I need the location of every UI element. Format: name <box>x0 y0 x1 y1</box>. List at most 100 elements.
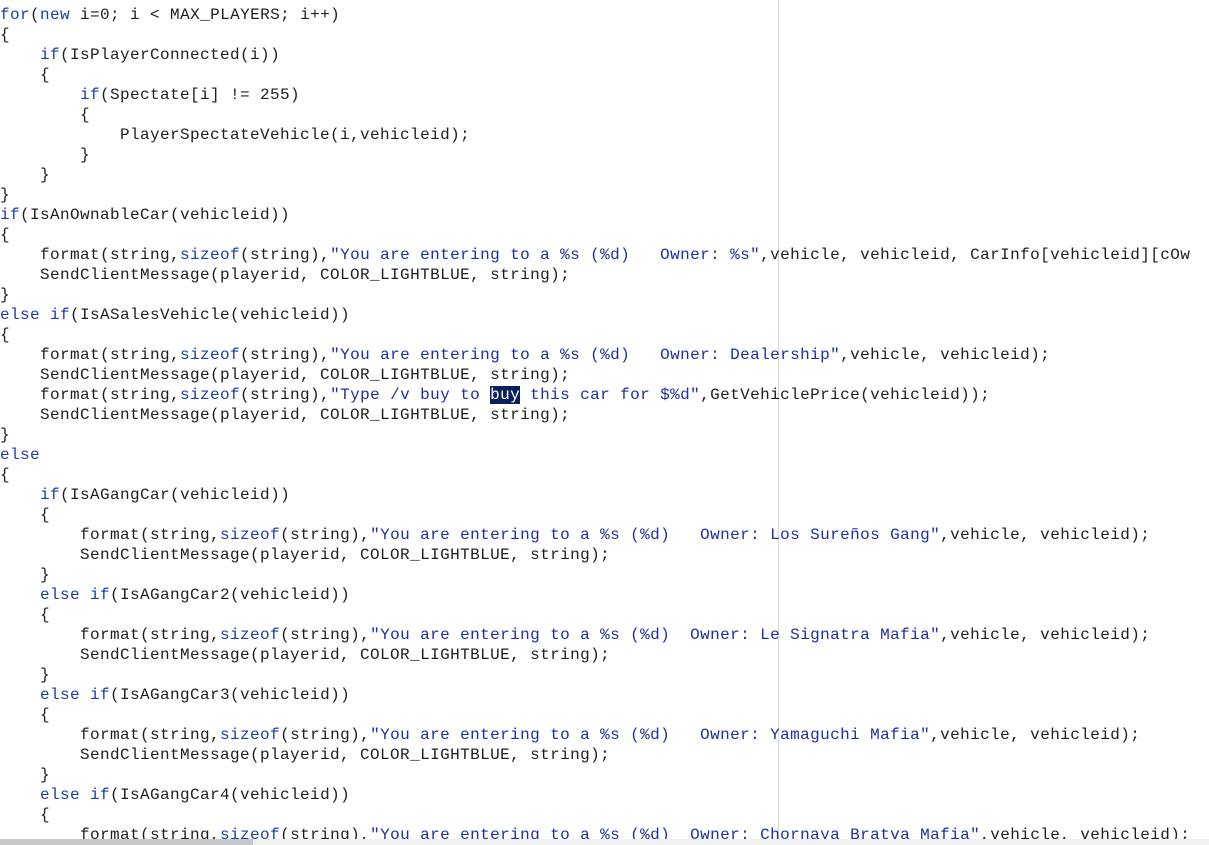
code-token: format(string, <box>0 626 221 644</box>
code-token: ,GetVehiclePrice(vehicleid)); <box>700 386 991 404</box>
code-line: } <box>0 565 50 585</box>
code-token: format(string, <box>0 826 221 839</box>
code-line: { <box>0 705 50 725</box>
scrollbar-thumb[interactable] <box>0 839 253 845</box>
code-token: { <box>0 606 51 624</box>
code-token: } <box>0 426 11 444</box>
code-token: { <box>0 26 11 44</box>
string-token: "You are entering to a %s (%d) Owner: Lo… <box>370 526 941 544</box>
code-token: } <box>0 766 51 784</box>
keyword-token: sizeof <box>220 826 281 839</box>
code-token: (string), <box>280 826 371 839</box>
edge-column-guide <box>778 0 779 839</box>
code-line: } <box>0 285 10 305</box>
code-token: } <box>0 286 11 304</box>
horizontal-scrollbar[interactable] <box>0 839 1209 845</box>
code-line: SendClientMessage(playerid, COLOR_LIGHTB… <box>0 265 570 285</box>
keyword-token: sizeof <box>220 526 281 544</box>
code-token: ,vehicle, vehicleid, CarInfo[vehicleid][… <box>760 246 1191 264</box>
code-token: SendClientMessage(playerid, COLOR_LIGHTB… <box>0 646 611 664</box>
code-line: format(string,sizeof(string),"You are en… <box>0 525 1150 545</box>
code-token: } <box>0 186 11 204</box>
code-token: (IsAGangCar(vehicleid)) <box>60 486 291 504</box>
string-token: this car for $%d" <box>520 386 701 404</box>
code-token: (IsASalesVehicle(vehicleid)) <box>70 306 351 324</box>
string-token: "You are entering to a %s (%d) Owner: Le… <box>370 626 941 644</box>
code-token: format(string, <box>0 346 181 364</box>
code-line: else if(IsAGangCar3(vehicleid)) <box>0 685 350 705</box>
keyword-token: else if <box>0 306 71 324</box>
code-line: SendClientMessage(playerid, COLOR_LIGHTB… <box>0 365 570 385</box>
code-token: { <box>0 806 51 824</box>
code-token: { <box>0 706 51 724</box>
code-token: ,vehicle, vehicleid); <box>930 726 1141 744</box>
code-token: (IsAGangCar3(vehicleid)) <box>110 686 351 704</box>
code-line: } <box>0 185 10 205</box>
code-line: { <box>0 505 50 525</box>
code-token: (string), <box>280 526 371 544</box>
code-token: format(string, <box>0 726 221 744</box>
keyword-token: sizeof <box>180 246 241 264</box>
code-line: } <box>0 145 90 165</box>
code-editor[interactable]: for(new i=0; i < MAX_PLAYERS; i++){ if(I… <box>0 0 1209 839</box>
code-token: (IsAGangCar2(vehicleid)) <box>110 586 351 604</box>
code-token: i=0; i < MAX_PLAYERS; i++) <box>70 6 341 24</box>
keyword-token: sizeof <box>180 346 241 364</box>
code-token: PlayerSpectateVehicle(i,vehicleid); <box>0 126 471 144</box>
string-token: "Type /v buy to <box>330 386 491 404</box>
keyword-token: if <box>80 86 101 104</box>
selected-text: buy <box>490 386 521 404</box>
code-line: { <box>0 25 10 45</box>
string-token: "You are entering to a %s (%d) Owner: Ya… <box>370 726 931 744</box>
code-token: ( <box>30 6 41 24</box>
keyword-token: if <box>40 486 61 504</box>
keyword-token: else if <box>40 686 111 704</box>
code-token: (string), <box>280 726 371 744</box>
code-token: } <box>0 146 91 164</box>
code-line: format(string,sizeof(string),"You are en… <box>0 625 1150 645</box>
code-token: } <box>0 666 51 684</box>
code-line: } <box>0 765 50 785</box>
keyword-token: else if <box>40 586 111 604</box>
code-line: format(string,sizeof(string),"You are en… <box>0 825 1190 839</box>
code-token: SendClientMessage(playerid, COLOR_LIGHTB… <box>0 406 571 424</box>
code-token: { <box>0 326 11 344</box>
code-line: } <box>0 425 10 445</box>
code-token: (IsPlayerConnected(i)) <box>60 46 281 64</box>
string-token: "You are entering to a %s (%d) Owner: Ch… <box>370 826 981 839</box>
code-token: SendClientMessage(playerid, COLOR_LIGHTB… <box>0 746 611 764</box>
code-line: SendClientMessage(playerid, COLOR_LIGHTB… <box>0 545 610 565</box>
code-line: { <box>0 225 10 245</box>
code-token: (IsAnOwnableCar(vehicleid)) <box>20 206 291 224</box>
code-token: SendClientMessage(playerid, COLOR_LIGHTB… <box>0 366 571 384</box>
code-line: } <box>0 665 50 685</box>
code-token: { <box>0 66 51 84</box>
string-token: "You are entering to a %s (%d) Owner: %s… <box>330 246 761 264</box>
code-token: (string), <box>240 246 331 264</box>
code-token: format(string, <box>0 246 181 264</box>
code-line: else if(IsAGangCar4(vehicleid)) <box>0 785 350 805</box>
code-line: if(IsPlayerConnected(i)) <box>0 45 280 65</box>
keyword-token: for <box>0 6 31 24</box>
code-token: { <box>0 466 11 484</box>
code-token: (string), <box>240 346 331 364</box>
code-line: { <box>0 465 10 485</box>
code-line: else <box>0 445 40 465</box>
code-line: for(new i=0; i < MAX_PLAYERS; i++) <box>0 5 340 25</box>
code-token: ,vehicle, vehicleid); <box>980 826 1191 839</box>
code-token: ,vehicle, vehicleid); <box>940 526 1151 544</box>
code-token: (string), <box>280 626 371 644</box>
keyword-token: sizeof <box>220 726 281 744</box>
code-token: } <box>0 166 51 184</box>
code-line: if(IsAnOwnableCar(vehicleid)) <box>0 205 290 225</box>
code-line: format(string,sizeof(string),"Type /v bu… <box>0 385 990 405</box>
keyword-token: sizeof <box>220 626 281 644</box>
keyword-token: else <box>0 446 41 464</box>
code-token: { <box>0 506 51 524</box>
keyword-token: else if <box>40 786 111 804</box>
code-line: format(string,sizeof(string),"You are en… <box>0 725 1140 745</box>
